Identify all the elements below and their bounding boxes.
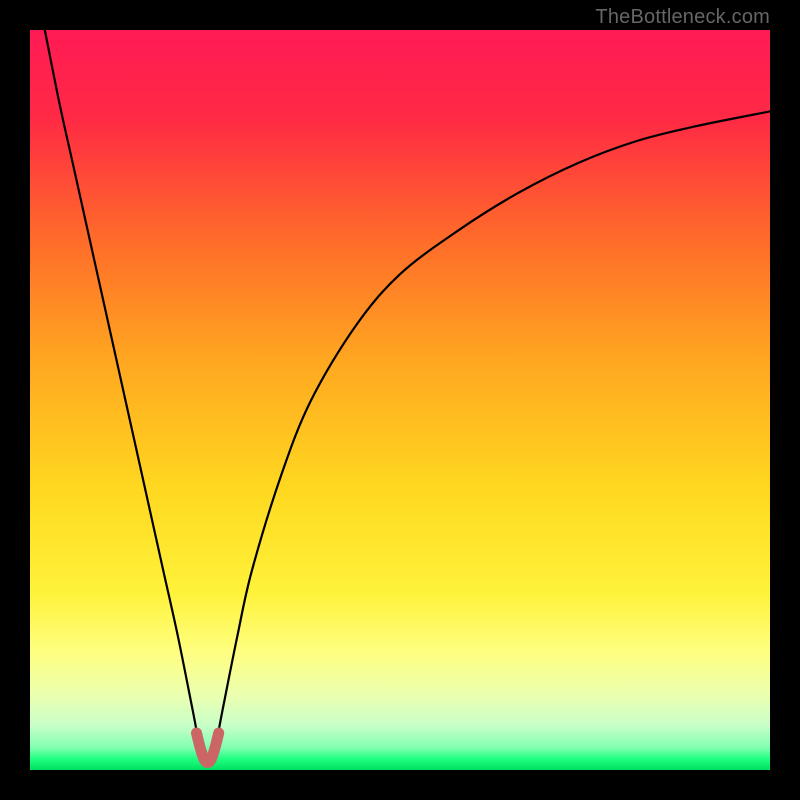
plot-area <box>30 30 770 770</box>
bottleneck-curve <box>30 30 770 763</box>
chart-frame: TheBottleneck.com <box>0 0 800 800</box>
highlight-near-minimum <box>197 733 219 763</box>
curve-layer <box>30 30 770 770</box>
watermark-label: TheBottleneck.com <box>595 6 770 29</box>
